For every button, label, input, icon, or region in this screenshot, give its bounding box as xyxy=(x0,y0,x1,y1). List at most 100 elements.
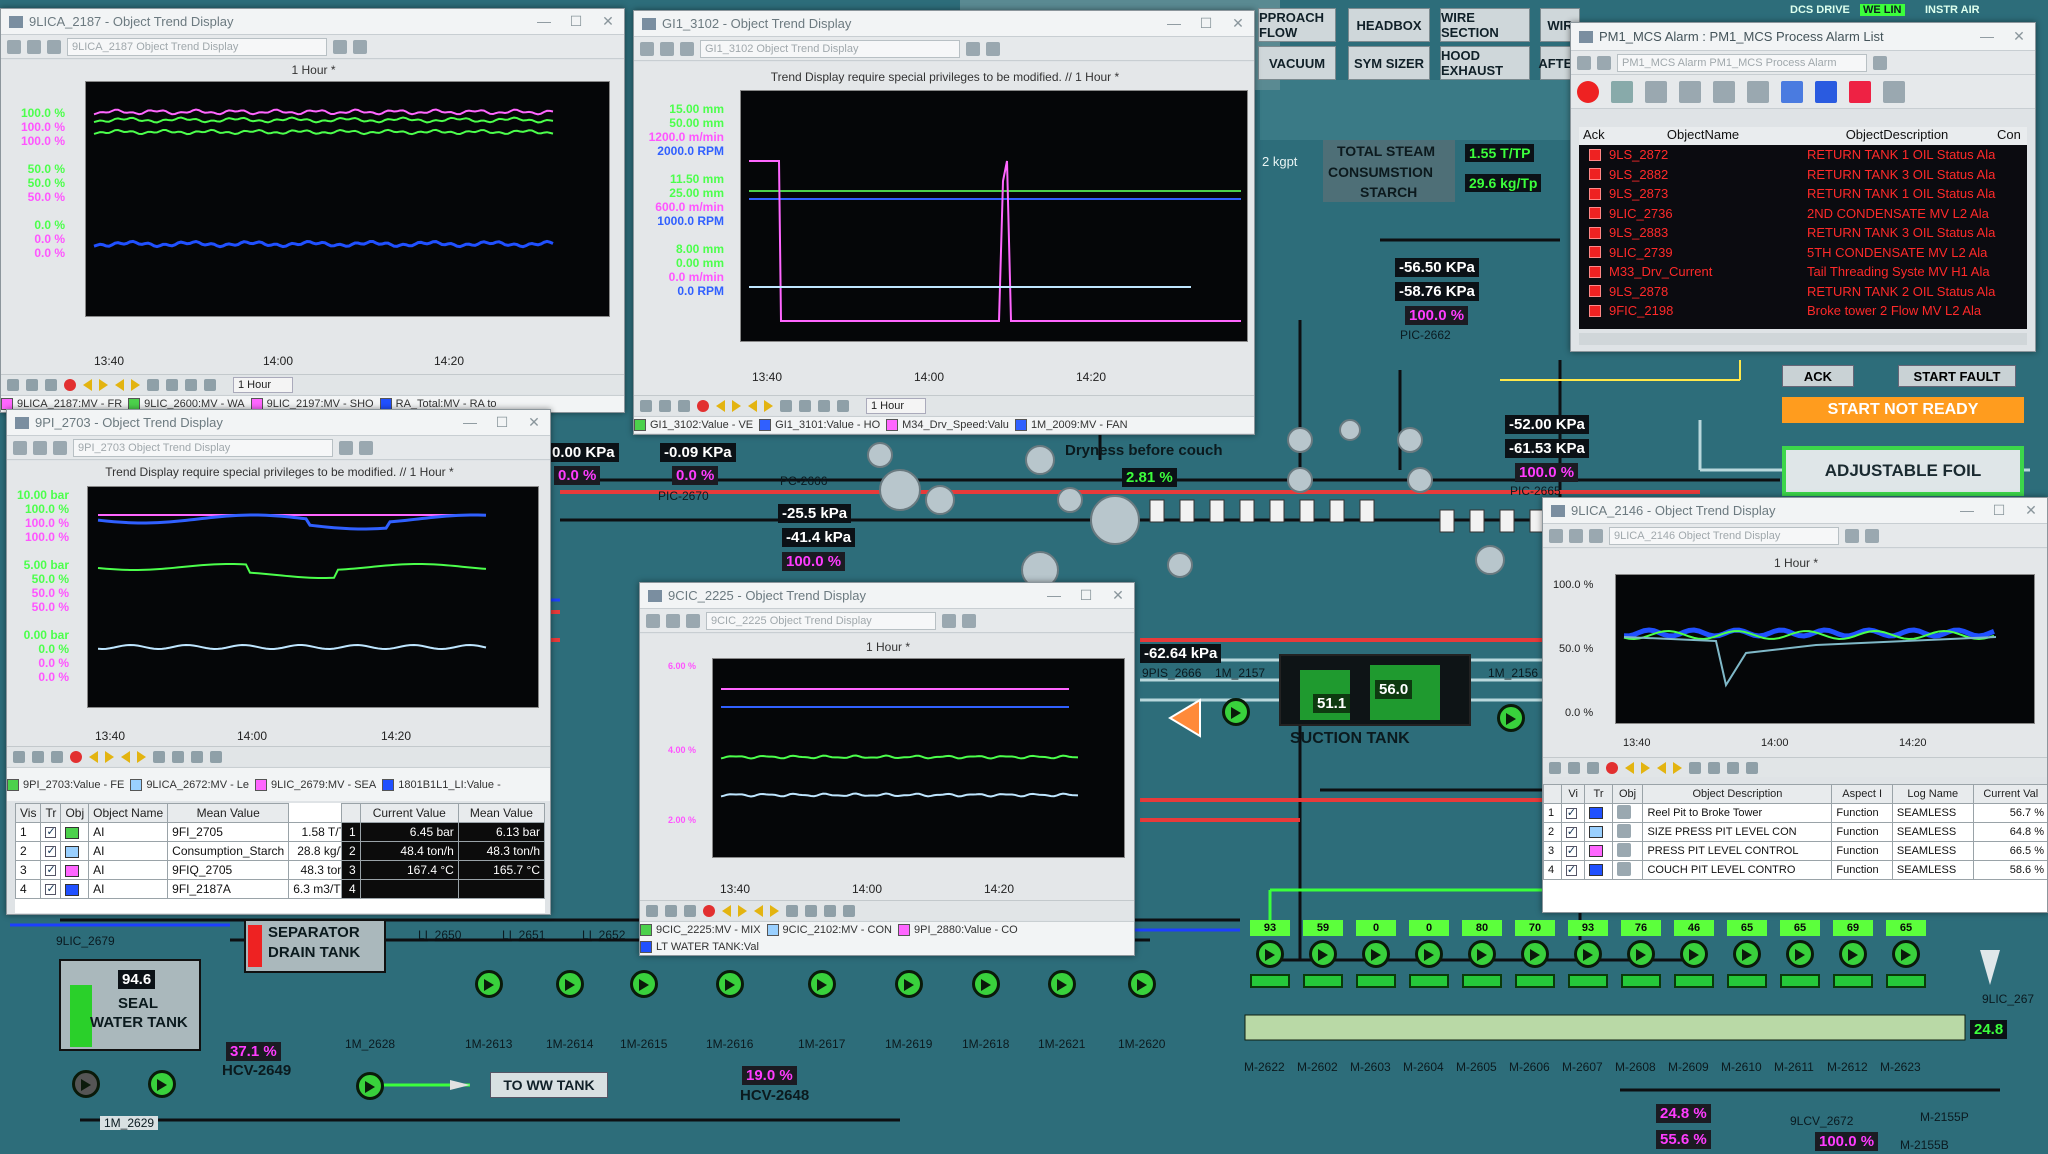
minimize-icon[interactable]: — xyxy=(1158,15,1190,32)
fast-forward-icon[interactable] xyxy=(137,750,146,763)
grid-header[interactable]: Mean Value xyxy=(167,803,290,823)
alarm-list-window[interactable]: PM1_MCS Alarm : PM1_MCS Process Alarm Li… xyxy=(1570,22,2036,352)
view-icon[interactable] xyxy=(942,613,956,628)
refresh-icon[interactable] xyxy=(210,750,222,763)
pump[interactable] xyxy=(556,970,584,998)
fast-back-icon[interactable] xyxy=(115,378,124,391)
fast-forward-icon[interactable] xyxy=(1673,761,1682,774)
valve-actuator[interactable] xyxy=(1568,974,1608,988)
checkbox-icon[interactable] xyxy=(45,863,57,877)
to-ww-tank-button[interactable]: TO WW TANK xyxy=(490,1072,608,1098)
grid-header[interactable] xyxy=(1543,784,1562,804)
valve-actuator[interactable] xyxy=(1462,974,1502,988)
valve-pump[interactable] xyxy=(1256,940,1284,968)
alarm-unack-icon[interactable] xyxy=(1589,265,1601,278)
valve-actuator[interactable] xyxy=(1727,974,1767,988)
checkbox-icon[interactable] xyxy=(45,844,57,858)
back-icon[interactable] xyxy=(7,39,21,54)
prev-icon[interactable] xyxy=(722,904,731,917)
maximize-icon[interactable]: ☐ xyxy=(560,13,592,30)
alarm-unack-icon[interactable] xyxy=(1589,148,1601,161)
alarm-row[interactable]: 9LS_2883 RETURN TANK 3 OIL Status Ala xyxy=(1579,223,2027,243)
trend2-object-combo[interactable]: GI1_3102 Object Trend Display xyxy=(700,39,960,58)
stop-icon[interactable] xyxy=(1606,761,1618,774)
pump[interactable] xyxy=(716,970,744,998)
grid-header[interactable]: Tr xyxy=(40,803,62,823)
stop-icon[interactable] xyxy=(697,399,709,412)
back-icon[interactable] xyxy=(640,41,654,56)
legend-entry[interactable]: GI1_3101:Value - HO xyxy=(759,419,880,431)
zoom-in-icon[interactable] xyxy=(147,378,159,391)
zoom-out-icon[interactable] xyxy=(1708,761,1720,774)
undo-icon[interactable] xyxy=(665,904,677,917)
alarm-row[interactable]: 9LIC_2739 5TH CONDENSATE MV L2 Ala xyxy=(1579,243,2027,263)
export-icon[interactable] xyxy=(7,378,19,391)
undo-icon[interactable] xyxy=(1568,761,1580,774)
xy-icon[interactable] xyxy=(824,904,836,917)
filter-icon[interactable] xyxy=(1873,55,1887,70)
grid-header[interactable]: Mean Value xyxy=(457,803,546,823)
forward-icon[interactable] xyxy=(1569,528,1583,543)
adjustable-foil-button[interactable]: ADJUSTABLE FOIL xyxy=(1782,446,2024,496)
valve-pump[interactable] xyxy=(1680,940,1708,968)
close-icon[interactable]: ✕ xyxy=(592,13,624,30)
alarm-unack-icon[interactable] xyxy=(1589,285,1601,298)
minimize-icon[interactable]: — xyxy=(1971,28,2003,45)
close-icon[interactable]: ✕ xyxy=(1222,15,1254,32)
next-icon[interactable] xyxy=(738,904,747,917)
acknowledge-icon[interactable] xyxy=(1611,80,1633,103)
alarm-row[interactable]: 9FIC_2198 Broke tower 2 Flow MV L2 Ala xyxy=(1579,301,2027,321)
grid-header[interactable]: Vis xyxy=(14,803,42,823)
next-icon[interactable] xyxy=(105,750,114,763)
visible-checkbox[interactable] xyxy=(40,879,62,899)
object-icon[interactable] xyxy=(686,613,700,628)
fast-forward-icon[interactable] xyxy=(131,378,140,391)
alarm-row[interactable]: M33_Drv_Current Tail Threading Syste MV H… xyxy=(1579,262,2027,282)
prev-icon[interactable] xyxy=(89,750,98,763)
object-icon[interactable] xyxy=(53,440,67,455)
visible-checkbox[interactable] xyxy=(1560,841,1586,861)
stop-icon[interactable] xyxy=(703,904,715,917)
table-row[interactable]: 3 PRESS PIT LEVEL CONTROLFunctionSEAMLESS… xyxy=(1543,841,2047,861)
settings-icon[interactable] xyxy=(1865,528,1879,543)
trend-window-9pi-2703[interactable]: 9PI_2703 - Object Trend Display — ☐ ✕ 9PI_… xyxy=(6,409,551,915)
valve-pump[interactable] xyxy=(1627,940,1655,968)
grid-header[interactable]: Aspect I xyxy=(1831,784,1893,804)
pump[interactable] xyxy=(895,970,923,998)
settings-icon[interactable] xyxy=(962,613,976,628)
checkbox-icon[interactable] xyxy=(1565,863,1577,876)
valve-pump[interactable] xyxy=(1892,940,1920,968)
copy-icon[interactable] xyxy=(51,750,63,763)
pump-seal-aux[interactable] xyxy=(72,1070,100,1098)
nav-headbox[interactable]: HEADBOX xyxy=(1348,8,1430,42)
view-icon[interactable] xyxy=(339,440,353,455)
minimize-icon[interactable]: — xyxy=(1951,502,1983,519)
checkbox-icon[interactable] xyxy=(45,882,57,896)
visible-checkbox[interactable] xyxy=(40,841,62,861)
silence-icon[interactable] xyxy=(1577,80,1599,103)
legend-entry[interactable]: LT WATER TANK:Val xyxy=(640,940,759,953)
maximize-icon[interactable]: ☐ xyxy=(1190,15,1222,32)
legend-entry[interactable]: 9PI_2703:Value - FE xyxy=(7,778,124,791)
next-icon[interactable] xyxy=(99,378,108,391)
trend3-object-combo[interactable]: 9PI_2703 Object Trend Display xyxy=(73,438,333,457)
pump-m-2628[interactable] xyxy=(356,1072,384,1100)
visible-checkbox[interactable] xyxy=(40,822,62,842)
grid-header[interactable]: Current Val xyxy=(1972,784,2047,804)
legend-entry[interactable]: M34_Drv_Speed:Valu xyxy=(886,419,1009,431)
maximize-icon[interactable]: ☐ xyxy=(486,414,518,431)
table-row[interactable]: 4 COUCH PIT LEVEL CONTROFunctionSEAMLESS5… xyxy=(1543,860,2047,880)
valve-pump[interactable] xyxy=(1415,940,1443,968)
prev-icon[interactable] xyxy=(716,399,725,412)
forward-icon[interactable] xyxy=(660,41,674,56)
undo-icon[interactable] xyxy=(26,378,38,391)
legend-entry[interactable]: 9PI_2880:Value - CO xyxy=(897,924,1018,937)
view-icon[interactable] xyxy=(333,39,347,54)
refresh-icon[interactable] xyxy=(1746,761,1758,774)
valve-actuator[interactable] xyxy=(1250,974,1290,988)
copy-icon[interactable] xyxy=(1587,761,1599,774)
alarm-unack-icon[interactable] xyxy=(1589,226,1601,239)
alarm-unack-icon[interactable] xyxy=(1589,304,1601,317)
fast-back-icon[interactable] xyxy=(754,904,763,917)
legend-entry[interactable]: 9LIC_2679:MV - SEA xyxy=(255,778,376,791)
